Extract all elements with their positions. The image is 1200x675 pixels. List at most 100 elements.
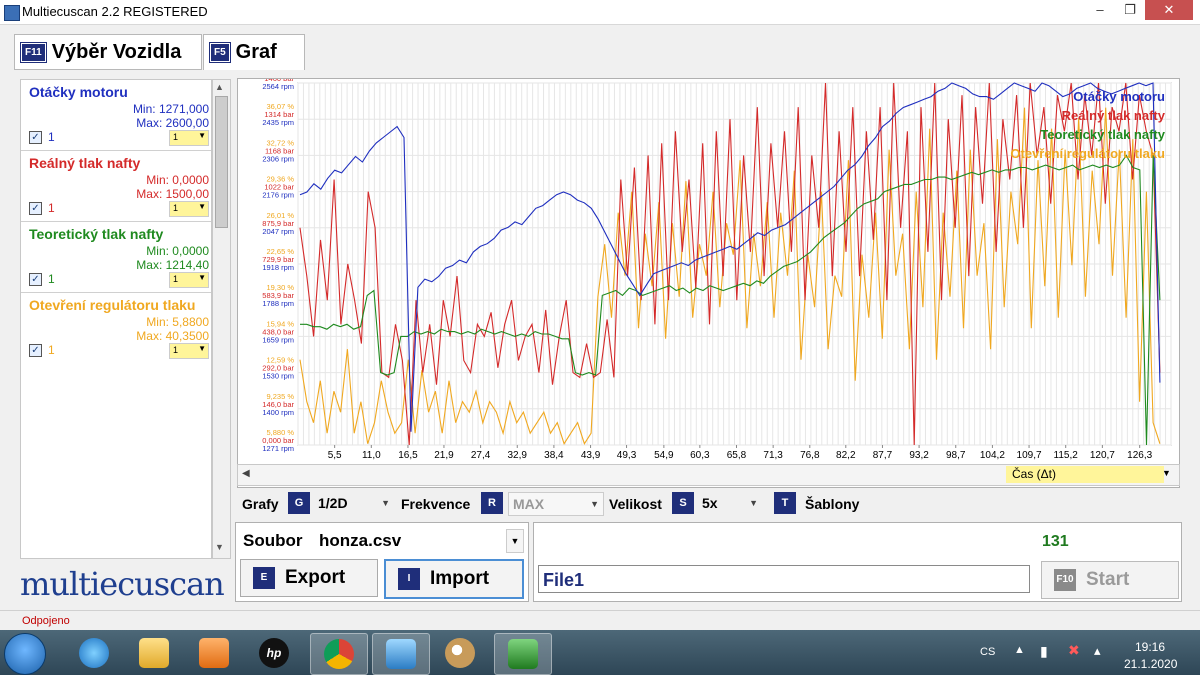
paint-icon[interactable] xyxy=(432,633,488,673)
start-button[interactable]: F10 Start xyxy=(1041,561,1179,599)
file-name-input[interactable]: File1 xyxy=(538,565,1030,593)
tab-vyber-vozidla[interactable]: F11 Výběr Vozidla xyxy=(14,34,202,70)
x-axis-tick-label: 65,8 xyxy=(727,450,747,461)
sidebar-scrollbar[interactable]: ▲ ▼ xyxy=(212,79,231,559)
close-button[interactable]: ✕ xyxy=(1145,0,1193,20)
scroll-left-icon[interactable]: ◀ xyxy=(242,468,250,479)
import-label: Import xyxy=(430,568,490,589)
y-axis-tick-label: 1659 rpm xyxy=(262,335,294,344)
select-value: 1 xyxy=(173,132,179,142)
signal-axis-select[interactable]: 1 ▼ xyxy=(169,201,209,217)
grafy-label: Grafy xyxy=(242,496,279,512)
app-icon xyxy=(4,5,20,21)
media-player-icon[interactable] xyxy=(186,633,242,673)
velikost-label: Velikost xyxy=(609,496,662,512)
legend-entry: Teoretický tlak nafty xyxy=(1040,127,1166,142)
signal-axis-number: 1 xyxy=(48,272,55,286)
graph-panel[interactable]: 5,880 % 9,235 % 12,59 % 15,94 % 19,30 % 22,65… xyxy=(237,78,1180,488)
signal-name: Otáčky motoru xyxy=(29,84,128,100)
clock-time[interactable]: 19:16 xyxy=(1135,640,1165,654)
signal-axis-select[interactable]: 1 ▼ xyxy=(169,272,209,288)
y-axis-tick-label: 2435 rpm xyxy=(262,118,294,127)
windows-start-button[interactable] xyxy=(4,633,46,675)
network-error-icon[interactable]: ✖ xyxy=(1068,642,1080,659)
scroll-down-icon[interactable]: ▼ xyxy=(215,542,224,552)
select-value: 1 xyxy=(173,274,179,284)
tab-label: Výběr Vozidla xyxy=(51,40,182,63)
key-badge: T xyxy=(774,492,796,514)
window-title: Multiecuscan 2.2 REGISTERED xyxy=(22,4,208,19)
signal-axis-number: 1 xyxy=(48,201,55,215)
signal-checkbox[interactable]: ✓ xyxy=(29,131,42,144)
tray-arrow-icon[interactable]: ▲ xyxy=(1014,644,1025,656)
signal-item[interactable]: Otáčky motoru Min: 1271,000 Max: 2600,00… xyxy=(21,80,211,151)
signal-icon[interactable]: ▴ xyxy=(1094,643,1101,659)
export-label: Export xyxy=(285,567,346,588)
chevron-down-icon: ▼ xyxy=(198,202,206,211)
frekvence-select[interactable]: MAX ▼ xyxy=(508,492,604,516)
x-axis-tick-label: 11,0 xyxy=(362,450,381,461)
maximize-button[interactable]: ❐ xyxy=(1115,0,1145,20)
chevron-down-icon[interactable]: ▼ xyxy=(1162,468,1171,478)
signal-checkbox[interactable]: ✓ xyxy=(29,202,42,215)
signal-min: Min: 5,8800 xyxy=(146,315,209,329)
y-axis-tick-label: 1530 rpm xyxy=(262,372,294,381)
signal-item[interactable]: Reálný tlak nafty Min: 0,0000 Max: 1500,… xyxy=(21,151,211,222)
key-badge: I xyxy=(398,568,420,590)
chevron-down-icon: ▼ xyxy=(198,131,206,140)
x-axis-tick-label: 32,9 xyxy=(508,450,528,461)
signal-checkbox[interactable]: ✓ xyxy=(29,273,42,286)
chevron-down-icon[interactable]: ▼ xyxy=(506,529,524,553)
signal-axis-select[interactable]: 1 ▼ xyxy=(169,343,209,359)
scrollbar-thumb[interactable] xyxy=(215,96,228,228)
chrome-icon[interactable] xyxy=(310,633,368,675)
signal-item[interactable]: Teoretický tlak nafty Min: 0,0000 Max: 1… xyxy=(21,222,211,293)
clock-date[interactable]: 21.1.2020 xyxy=(1124,657,1177,671)
signal-axis-select[interactable]: 1 ▼ xyxy=(169,130,209,146)
key-badge: F10 xyxy=(1054,569,1076,591)
export-button[interactable]: E Export xyxy=(240,559,378,597)
x-axis-tick-label: 38,4 xyxy=(544,450,564,461)
import-button[interactable]: I Import xyxy=(384,559,524,599)
velikost-select[interactable]: 5x ▼ xyxy=(698,492,762,514)
chevron-down-icon: ▼ xyxy=(590,499,599,509)
graph-controls: Grafy G 1/2D ▼ Frekvence R MAX ▼ Velikost … xyxy=(240,492,1140,518)
multiecuscan-taskbar-icon[interactable] xyxy=(494,633,552,675)
file-panel: Soubor honza.csv ▼ E Export I Import xyxy=(235,522,529,602)
x-axis-tick-label: 16,5 xyxy=(398,450,418,461)
signal-item[interactable]: Otevření regulátoru tlaku Min: 5,8800 Ma… xyxy=(21,293,211,363)
remote-desktop-icon[interactable] xyxy=(372,633,430,675)
ie-icon[interactable] xyxy=(66,633,122,673)
x-axis-tick-label: 76,8 xyxy=(800,450,820,461)
soubor-value[interactable]: honza.csv xyxy=(319,531,401,551)
x-axis-tick-label: 93,2 xyxy=(909,450,929,461)
legend-entry: Reálný tlak nafty xyxy=(1062,108,1166,123)
grafy-select[interactable]: 1/2D ▼ xyxy=(314,492,394,514)
minimize-button[interactable]: – xyxy=(1085,0,1115,20)
signal-min: Min: 0,0000 xyxy=(146,244,209,258)
signal-axis-number: 1 xyxy=(48,343,55,357)
x-axis-tick-label: 82,2 xyxy=(836,450,856,461)
start-label: Start xyxy=(1086,569,1130,590)
signal-min: Min: 1271,000 xyxy=(132,102,209,116)
chevron-down-icon: ▼ xyxy=(749,498,758,508)
signal-min: Min: 0,0000 xyxy=(146,173,209,187)
sablony-button[interactable]: Šablony xyxy=(805,496,859,512)
scroll-up-icon[interactable]: ▲ xyxy=(215,82,224,92)
y-axis-tick-label: 1788 rpm xyxy=(262,299,294,308)
graph-hscrollbar[interactable]: ◀ Čas (Δt) ▼ xyxy=(237,464,1180,486)
legend-entry: Otáčky motoru xyxy=(1073,89,1165,104)
windows-taskbar: hp CS ▲ ▮ ✖ ▴ 19:16 21.1.2020 xyxy=(0,630,1200,675)
x-axis-tick-label: 115,2 xyxy=(1054,450,1079,461)
signal-checkbox[interactable]: ✓ xyxy=(29,344,42,357)
status-bar: Odpojeno xyxy=(0,610,1200,631)
tab-graf[interactable]: F5 Graf xyxy=(203,34,305,70)
x-axis-tick-label: 109,7 xyxy=(1017,450,1042,461)
language-indicator[interactable]: CS xyxy=(980,646,995,658)
hp-icon[interactable]: hp xyxy=(246,633,302,673)
battery-icon[interactable]: ▮ xyxy=(1040,643,1048,660)
soubor-label: Soubor xyxy=(243,531,303,550)
x-axis-tick-label: 5,5 xyxy=(328,450,342,461)
explorer-folder-icon[interactable] xyxy=(126,633,182,673)
signal-max: Max: 40,3500 xyxy=(136,329,209,343)
